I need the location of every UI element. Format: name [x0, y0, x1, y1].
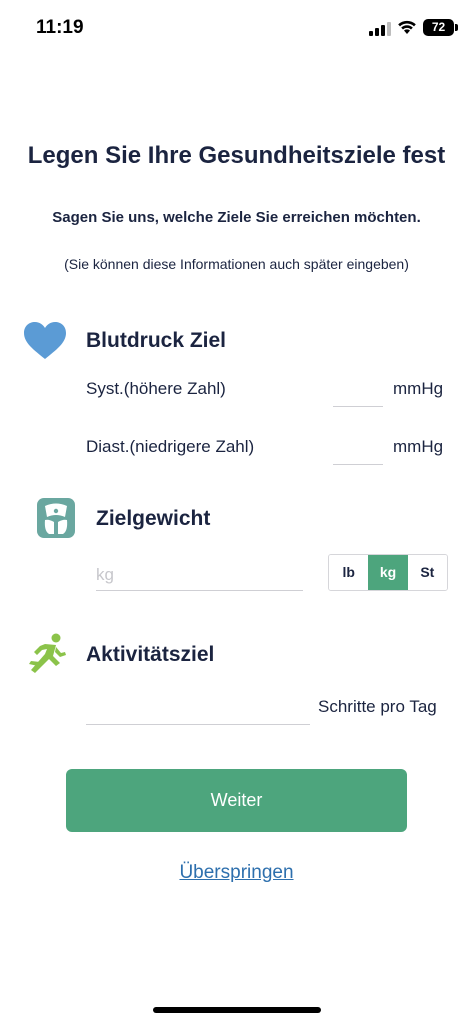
- unit-option-kg[interactable]: kg: [368, 555, 408, 590]
- page-subtitle: Sagen Sie uns, welche Ziele Sie erreiche…: [52, 209, 421, 226]
- unit-option-lb[interactable]: lb: [329, 555, 369, 590]
- page-title: Legen Sie Ihre Gesundheitsziele fest: [27, 142, 446, 169]
- skip-link[interactable]: Überspringen: [0, 862, 473, 884]
- heart-icon: [24, 322, 66, 359]
- weight-unit-toggle: lb kg St: [328, 554, 448, 591]
- battery-tip: [455, 24, 458, 31]
- systolic-label: Syst.(höhere Zahl): [86, 379, 226, 398]
- status-time: 11:19: [36, 17, 84, 38]
- unit-option-st[interactable]: St: [407, 555, 447, 590]
- diastolic-input[interactable]: [333, 436, 383, 465]
- battery-icon: 72: [423, 19, 454, 36]
- activity-title: Aktivitätsziel: [86, 643, 215, 666]
- continue-button[interactable]: Weiter: [66, 769, 407, 832]
- cellular-signal-icon: [369, 22, 391, 36]
- running-icon: [29, 633, 66, 673]
- diastolic-label: Diast.(niedrigere Zahl): [86, 437, 255, 456]
- diastolic-unit: mmHg: [393, 437, 444, 456]
- scale-icon: [37, 498, 75, 538]
- blood-pressure-title: Blutdruck Ziel: [86, 329, 227, 352]
- home-indicator[interactable]: [153, 1007, 321, 1013]
- systolic-unit: mmHg: [393, 379, 444, 398]
- weight-input[interactable]: [96, 560, 303, 591]
- wifi-icon: [398, 20, 416, 34]
- weight-title: Zielgewicht: [96, 507, 211, 530]
- status-bar: 11:19 72: [0, 0, 473, 58]
- steps-input[interactable]: [86, 694, 310, 725]
- steps-unit: Schritte pro Tag: [318, 697, 437, 716]
- page-note: (Sie können diese Informationen auch spä…: [64, 256, 409, 272]
- systolic-input[interactable]: [333, 378, 383, 407]
